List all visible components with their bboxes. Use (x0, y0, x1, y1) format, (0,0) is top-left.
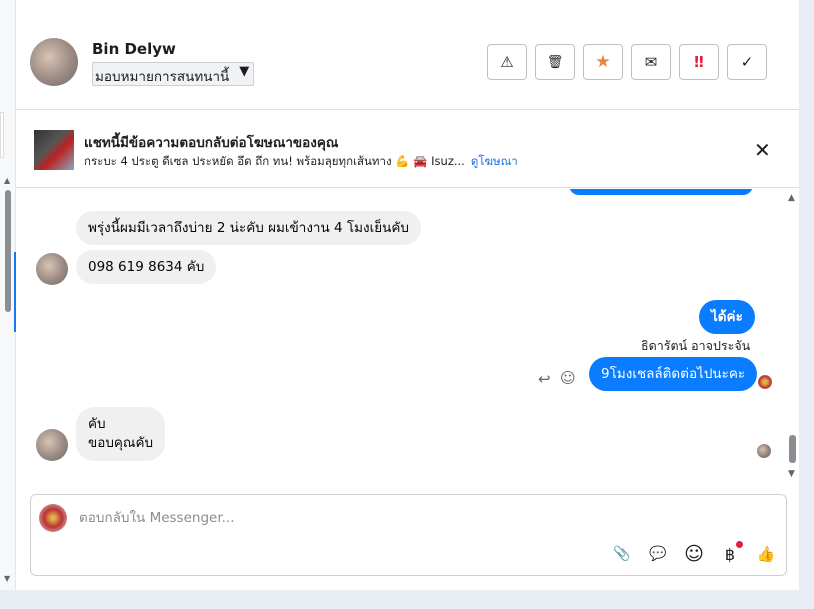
payment-button[interactable]: ฿ (719, 541, 743, 565)
envelope-icon: ✉ (644, 53, 658, 71)
scroll-down-icon[interactable]: ▼ (788, 469, 795, 479)
caret-down-icon: ▼ (239, 64, 250, 79)
contact-message-avatar (36, 253, 68, 285)
star-icon: ★ (595, 52, 611, 72)
scroll-up-icon[interactable]: ▲ (4, 176, 10, 185)
paperclip-icon: 📎 (613, 546, 631, 562)
conversation-panel: Bin Delyw มอบหมายการสนทนานี้ ▼ ⚠ 🗑 ★ ✉ ‼… (16, 0, 799, 590)
outgoing-bubble-partial (569, 189, 753, 195)
thumbs-up-icon: 👍 (756, 545, 776, 563)
mark-unread-button[interactable]: ✉ (631, 44, 671, 80)
scroll-down-icon[interactable]: ▼ (4, 574, 10, 583)
check-icon: ✓ (740, 53, 754, 71)
incoming-message[interactable]: 098 619 8634 คับ (76, 250, 217, 284)
chat-bubble-icon: 💬 (649, 546, 667, 562)
right-edge (799, 0, 814, 609)
outgoing-message[interactable]: ได้ค่ะ (699, 300, 755, 334)
reply-icon[interactable]: ↩ (538, 370, 551, 388)
incoming-message[interactable]: พรุ่งนี้ผมมีเวลาถึงบ่าย 2 น่ะคับ ผมเข้าง… (76, 211, 421, 245)
react-smiley-icon[interactable]: ☺ (560, 369, 576, 387)
incoming-message[interactable]: คับ ขอบคุณคับ (76, 407, 166, 461)
delete-button[interactable]: 🗑 (535, 44, 575, 80)
contact-avatar[interactable] (30, 38, 78, 86)
thread-scrollbar[interactable]: ▲ ▼ (786, 189, 799, 485)
baht-icon: ฿ (724, 544, 736, 564)
notification-dot (736, 541, 743, 548)
left-scrollbar-thumb[interactable] (5, 190, 11, 312)
warning-icon: ⚠ (500, 53, 514, 71)
sender-name: ธิดารัตน์ อาจประจัน (641, 338, 751, 353)
star-button[interactable]: ★ (583, 44, 623, 80)
close-icon[interactable]: ✕ (754, 138, 771, 162)
reply-input[interactable] (79, 507, 759, 529)
spam-button[interactable]: ⚠ (487, 44, 527, 80)
message-thread[interactable]: พรุ่งนี้ผมมีเวลาถึงบ่าย 2 น่ะคับ ผมเข้าง… (16, 189, 799, 485)
ad-thumbnail[interactable] (34, 130, 74, 170)
smiley-icon: ☺ (684, 543, 704, 565)
page-avatar (39, 504, 67, 532)
emoji-button[interactable]: ☺ (683, 543, 705, 565)
outgoing-message[interactable]: 9โมงเชลล์ติดต่อไปนะคะ (589, 357, 758, 391)
trash-icon: 🗑 (546, 54, 564, 70)
view-ad-link[interactable]: ดูโฆษณา (471, 154, 518, 168)
ad-description-text: กระบะ 4 ประตู ดีเซล ประหยัด อึด ถึก ทน! … (84, 154, 465, 168)
like-button[interactable]: 👍 (755, 543, 777, 565)
conversation-header: Bin Delyw มอบหมายการสนทนานี้ ▼ ⚠ 🗑 ★ ✉ ‼… (16, 14, 799, 110)
incoming-message-line: ขอบคุณคับ (88, 435, 154, 451)
double-exclamation-icon: ‼ (694, 53, 704, 71)
incoming-message-line: คับ (88, 416, 106, 432)
ad-banner-description: กระบะ 4 ประตู ดีเซล ประหยัด อึด ถึก ทน! … (84, 153, 518, 171)
assign-conversation-label: มอบหมายการสนทนานี้ (95, 69, 230, 85)
saved-replies-button[interactable]: 💬 (647, 543, 669, 565)
reply-composer: 📎 💬 ☺ ฿ 👍 (30, 494, 787, 576)
contact-name[interactable]: Bin Delyw (92, 40, 176, 58)
mark-done-button[interactable]: ✓ (727, 44, 767, 80)
left-panel-edge (0, 112, 4, 158)
seen-receipt-avatar (757, 444, 771, 458)
attach-button[interactable]: 📎 (611, 543, 633, 565)
thread-scrollbar-thumb[interactable] (789, 435, 796, 463)
contact-message-avatar (36, 429, 68, 461)
ad-reply-banner: แชทนี้มีข้อความตอบกลับต่อโฆษณาของคุณ กระ… (16, 110, 799, 188)
page-seen-avatar (758, 375, 772, 389)
ad-banner-title: แชทนี้มีข้อความตอบกลับต่อโฆษณาของคุณ (84, 135, 339, 151)
assign-conversation-dropdown[interactable]: มอบหมายการสนทนานี้ ▼ (92, 62, 255, 86)
scroll-up-icon[interactable]: ▲ (788, 193, 795, 203)
follow-up-button[interactable]: ‼ (679, 44, 719, 80)
conversation-actions: ⚠ 🗑 ★ ✉ ‼ ✓ (487, 44, 767, 80)
composer-tools: 📎 💬 ☺ ฿ 👍 (611, 541, 777, 565)
